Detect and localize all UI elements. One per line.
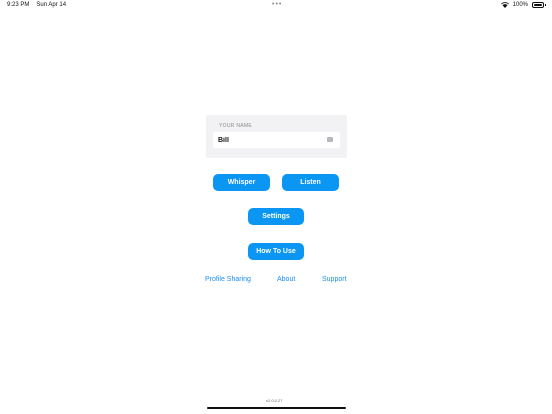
clear-text-icon[interactable] <box>327 137 333 142</box>
name-card: YOUR NAME <box>206 115 347 158</box>
support-link[interactable]: Support <box>322 276 347 283</box>
name-input[interactable] <box>213 132 340 148</box>
profile-sharing-link[interactable]: Profile Sharing <box>205 276 251 283</box>
settings-button[interactable]: Settings <box>248 208 304 225</box>
name-label: YOUR NAME <box>219 123 252 129</box>
listen-button[interactable]: Listen <box>282 174 339 191</box>
version-label: v2.0.0.27 <box>266 398 283 403</box>
status-bar: 9:23 PM Sun Apr 14 ••• 100% <box>0 0 552 12</box>
status-time: 9:23 PM <box>7 2 30 8</box>
multitasking-dots[interactable]: ••• <box>272 1 282 8</box>
how-to-use-button[interactable]: How To Use <box>248 243 304 260</box>
whisper-button[interactable]: Whisper <box>213 174 270 191</box>
status-left: 9:23 PM Sun Apr 14 <box>7 2 66 8</box>
about-link[interactable]: About <box>277 276 295 283</box>
app-screen: 9:23 PM Sun Apr 14 ••• 100% YOUR NAME Wh… <box>0 0 552 414</box>
home-indicator[interactable] <box>207 407 346 409</box>
battery-icon <box>532 2 546 8</box>
status-date: Sun Apr 14 <box>36 2 67 8</box>
battery-percent: 100% <box>512 2 528 8</box>
status-right: 100% <box>500 2 546 8</box>
wifi-icon <box>500 2 509 8</box>
